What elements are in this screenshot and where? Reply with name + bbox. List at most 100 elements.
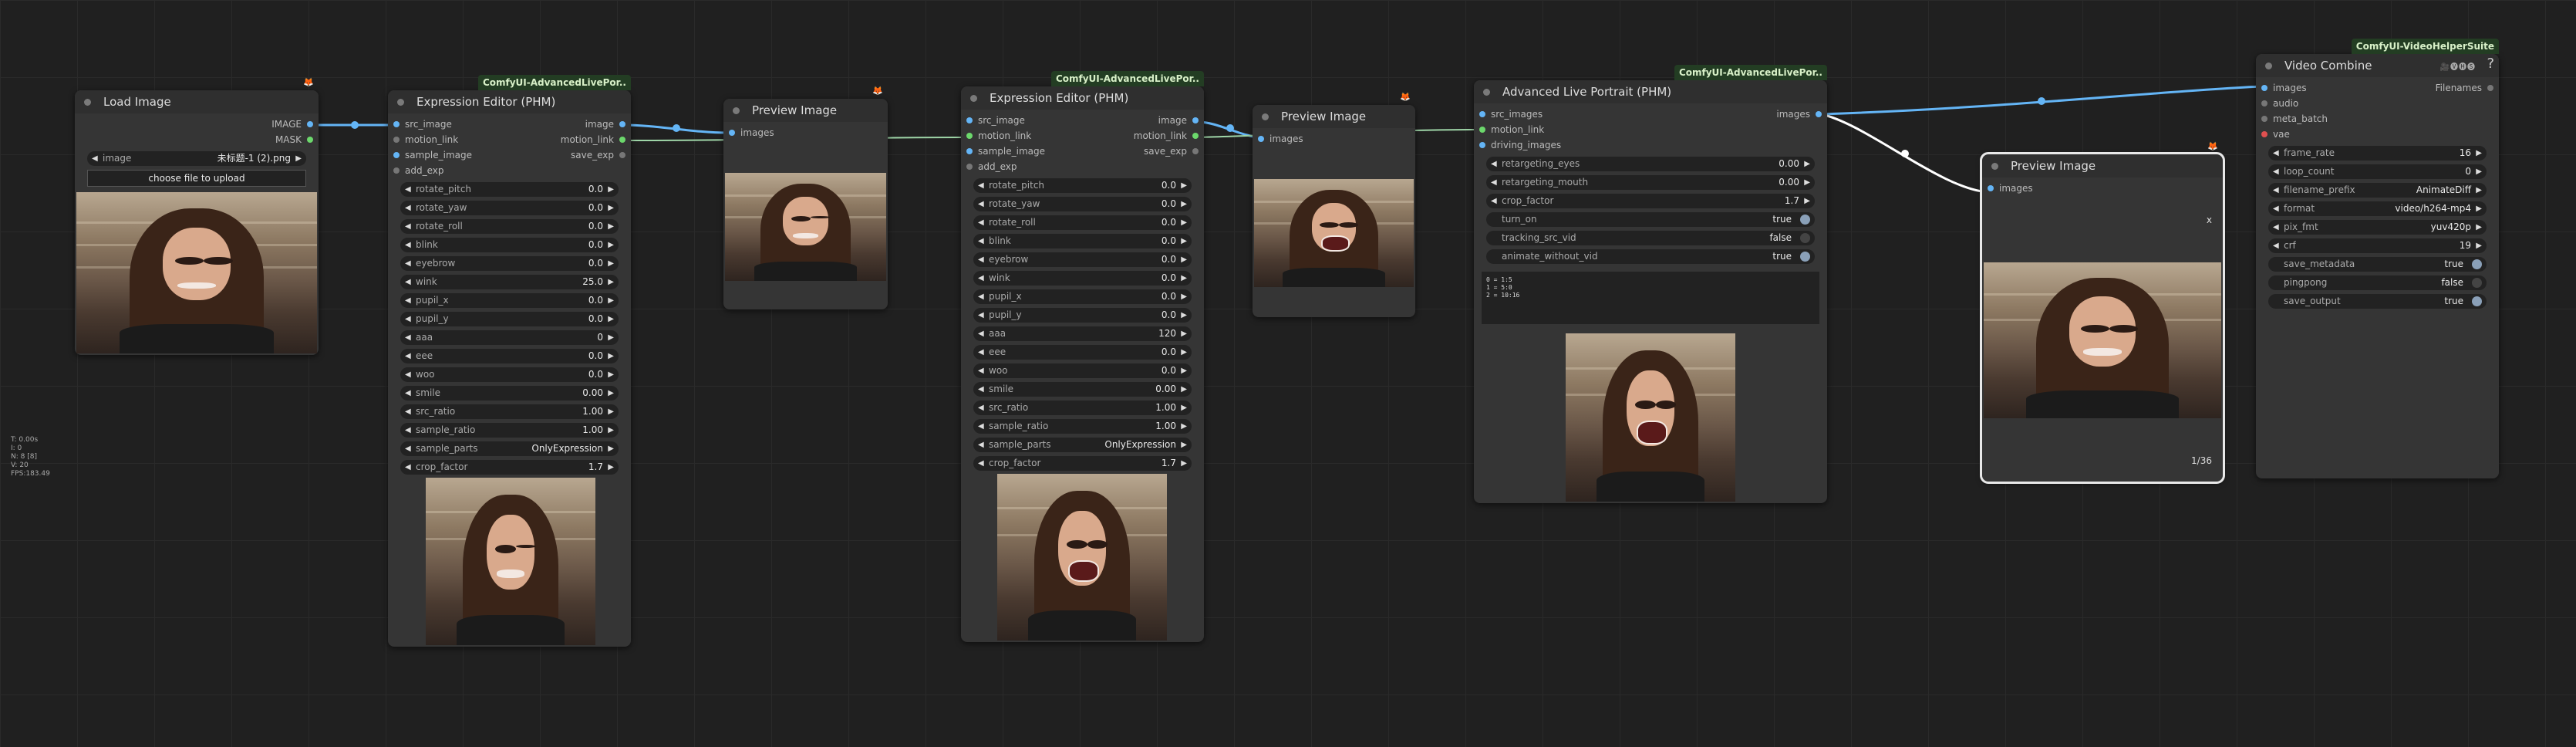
output-pin[interactable] [1192, 117, 1199, 123]
widget-filename-prefix[interactable]: ◀ filename_prefix AnimateDiff ▶ [2268, 183, 2487, 198]
node-title-bar[interactable]: Advanced Live Portrait (PHM) [1474, 80, 1827, 103]
arrow-left-icon[interactable]: ◀ [405, 256, 411, 271]
node-title-bar[interactable]: Preview Image [1982, 154, 2223, 177]
arrow-left-icon[interactable]: ◀ [405, 404, 411, 419]
output-pin[interactable] [1816, 111, 1822, 117]
toggle-pingpong[interactable]: pingpong false [2268, 275, 2487, 290]
arrow-right-icon[interactable]: ▶ [1181, 345, 1187, 360]
arrow-left-icon[interactable]: ◀ [2273, 201, 2279, 216]
arrow-right-icon[interactable]: ▶ [1181, 271, 1187, 286]
arrow-right-icon[interactable]: ▶ [608, 349, 614, 363]
widget-eee[interactable]: ◀ eee 0.0 ▶ [973, 345, 1192, 360]
output-motion-link[interactable]: motion_link [1134, 128, 1204, 144]
input-pin[interactable] [1479, 111, 1485, 117]
arrow-left-icon[interactable]: ◀ [92, 151, 98, 166]
arrow-right-icon[interactable]: ▶ [2476, 238, 2482, 253]
arrow-left-icon[interactable]: ◀ [978, 215, 984, 230]
arrow-right-icon[interactable]: ▶ [295, 151, 302, 166]
collapse-dot-icon[interactable] [1991, 162, 1998, 170]
output-pin[interactable] [2487, 85, 2493, 91]
output-filenames[interactable]: Filenames [2436, 80, 2499, 96]
widget-smile[interactable]: ◀ smile 0.00 ▶ [400, 386, 619, 401]
arrow-right-icon[interactable]: ▶ [608, 238, 614, 252]
node-title-bar[interactable]: Preview Image [723, 99, 888, 122]
input-pin[interactable] [393, 152, 400, 158]
collapse-dot-icon[interactable] [2265, 62, 2272, 69]
collapse-dot-icon[interactable] [397, 98, 404, 106]
input-pin[interactable] [1988, 185, 1994, 191]
widget-retargeting-mouth[interactable]: ◀ retargeting_mouth 0.00 ▶ [1486, 175, 1815, 190]
toggle-knob-icon[interactable] [1800, 233, 1810, 243]
arrow-left-icon[interactable]: ◀ [405, 293, 411, 308]
arrow-right-icon[interactable]: ▶ [2476, 164, 2482, 179]
input-pin[interactable] [393, 167, 400, 174]
expression-editor-node-1[interactable]: ComfyUI-AdvancedLivePor.. Expression Edi… [388, 75, 631, 647]
toggle-tracking-src-vid[interactable]: tracking_src_vid false [1486, 231, 1815, 245]
arrow-right-icon[interactable]: ▶ [608, 182, 614, 197]
widget-src-ratio[interactable]: ◀ src_ratio 1.00 ▶ [973, 401, 1192, 415]
output-save-exp[interactable]: save_exp [1144, 144, 1204, 159]
input-pin[interactable] [2261, 116, 2267, 122]
toggle-save-metadata[interactable]: save_metadata true [2268, 257, 2487, 272]
arrow-left-icon[interactable]: ◀ [1491, 194, 1497, 208]
arrow-right-icon[interactable]: ▶ [2476, 146, 2482, 161]
expression-editor-node-2[interactable]: ComfyUI-AdvancedLivePor.. Expression Edi… [961, 71, 1204, 642]
arrow-right-icon[interactable]: ▶ [1181, 178, 1187, 193]
arrow-right-icon[interactable]: ▶ [608, 312, 614, 326]
output-pin[interactable] [619, 137, 625, 143]
input-images[interactable]: images [723, 125, 888, 140]
widget-sample-parts[interactable]: ◀ sample_parts OnlyExpression ▶ [400, 441, 619, 456]
widget-aaa[interactable]: ◀ aaa 0 ▶ [400, 330, 619, 345]
input-add-exp[interactable]: add_exp [388, 163, 631, 178]
arrow-right-icon[interactable]: ▶ [608, 293, 614, 308]
arrow-right-icon[interactable]: ▶ [2476, 183, 2482, 198]
arrow-left-icon[interactable]: ◀ [405, 182, 411, 197]
input-pin[interactable] [966, 133, 973, 139]
arrow-left-icon[interactable]: ◀ [2273, 146, 2279, 161]
arrow-right-icon[interactable]: ▶ [1181, 234, 1187, 248]
arrow-left-icon[interactable]: ◀ [978, 456, 984, 471]
command-textarea[interactable]: 0 = 1:5 1 = 5:0 2 = 10:16 [1482, 272, 1819, 324]
arrow-left-icon[interactable]: ◀ [978, 178, 984, 193]
arrow-left-icon[interactable]: ◀ [405, 423, 411, 438]
input-meta-batch[interactable]: meta_batch [2256, 111, 2499, 127]
arrow-left-icon[interactable]: ◀ [978, 345, 984, 360]
arrow-right-icon[interactable]: ▶ [608, 201, 614, 215]
arrow-left-icon[interactable]: ◀ [978, 419, 984, 434]
arrow-right-icon[interactable]: ▶ [2476, 220, 2482, 235]
widget-crf[interactable]: ◀ crf 19 ▶ [2268, 238, 2487, 253]
input-driving-images[interactable]: driving_images [1474, 137, 1827, 153]
widget-loop-count[interactable]: ◀ loop_count 0 ▶ [2268, 164, 2487, 179]
arrow-left-icon[interactable]: ◀ [2273, 238, 2279, 253]
input-sample-image[interactable]: sample_image [961, 144, 1045, 159]
arrow-left-icon[interactable]: ◀ [2273, 164, 2279, 179]
arrow-left-icon[interactable]: ◀ [2273, 220, 2279, 235]
widget-crop-factor[interactable]: ◀ crop_factor 1.7 ▶ [1486, 194, 1815, 208]
output-pin[interactable] [1192, 133, 1199, 139]
input-images[interactable]: images [2256, 80, 2307, 96]
widget-wink[interactable]: ◀ wink 25.0 ▶ [400, 275, 619, 289]
arrow-left-icon[interactable]: ◀ [978, 308, 984, 323]
widget-crop-factor[interactable]: ◀ crop_factor 1.7 ▶ [973, 456, 1192, 471]
input-src-images[interactable]: src_images [1474, 106, 1543, 122]
arrow-right-icon[interactable]: ▶ [608, 441, 614, 456]
arrow-left-icon[interactable]: ◀ [1491, 157, 1497, 171]
arrow-left-icon[interactable]: ◀ [978, 252, 984, 267]
arrow-right-icon[interactable]: ▶ [608, 367, 614, 382]
input-motion-link[interactable]: motion_link [961, 128, 1031, 144]
output-motion-link[interactable]: motion_link [561, 132, 631, 147]
collapse-dot-icon[interactable] [733, 106, 740, 114]
toggle-knob-icon[interactable] [1800, 252, 1810, 262]
widget-eyebrow[interactable]: ◀ eyebrow 0.0 ▶ [973, 252, 1192, 267]
widget-blink[interactable]: ◀ blink 0.0 ▶ [973, 234, 1192, 248]
arrow-right-icon[interactable]: ▶ [608, 460, 614, 475]
arrow-left-icon[interactable]: ◀ [405, 441, 411, 456]
arrow-right-icon[interactable]: ▶ [1181, 308, 1187, 323]
widget-rotate-pitch[interactable]: ◀ rotate_pitch 0.0 ▶ [400, 182, 619, 197]
node-title-bar[interactable]: Preview Image [1253, 105, 1415, 128]
close-preview-button[interactable]: x [2207, 215, 2212, 225]
widget-smile[interactable]: ◀ smile 0.00 ▶ [973, 382, 1192, 397]
widget-woo[interactable]: ◀ woo 0.0 ▶ [973, 363, 1192, 378]
widget-rotate-yaw[interactable]: ◀ rotate_yaw 0.0 ▶ [973, 197, 1192, 211]
arrow-right-icon[interactable]: ▶ [1804, 175, 1810, 190]
